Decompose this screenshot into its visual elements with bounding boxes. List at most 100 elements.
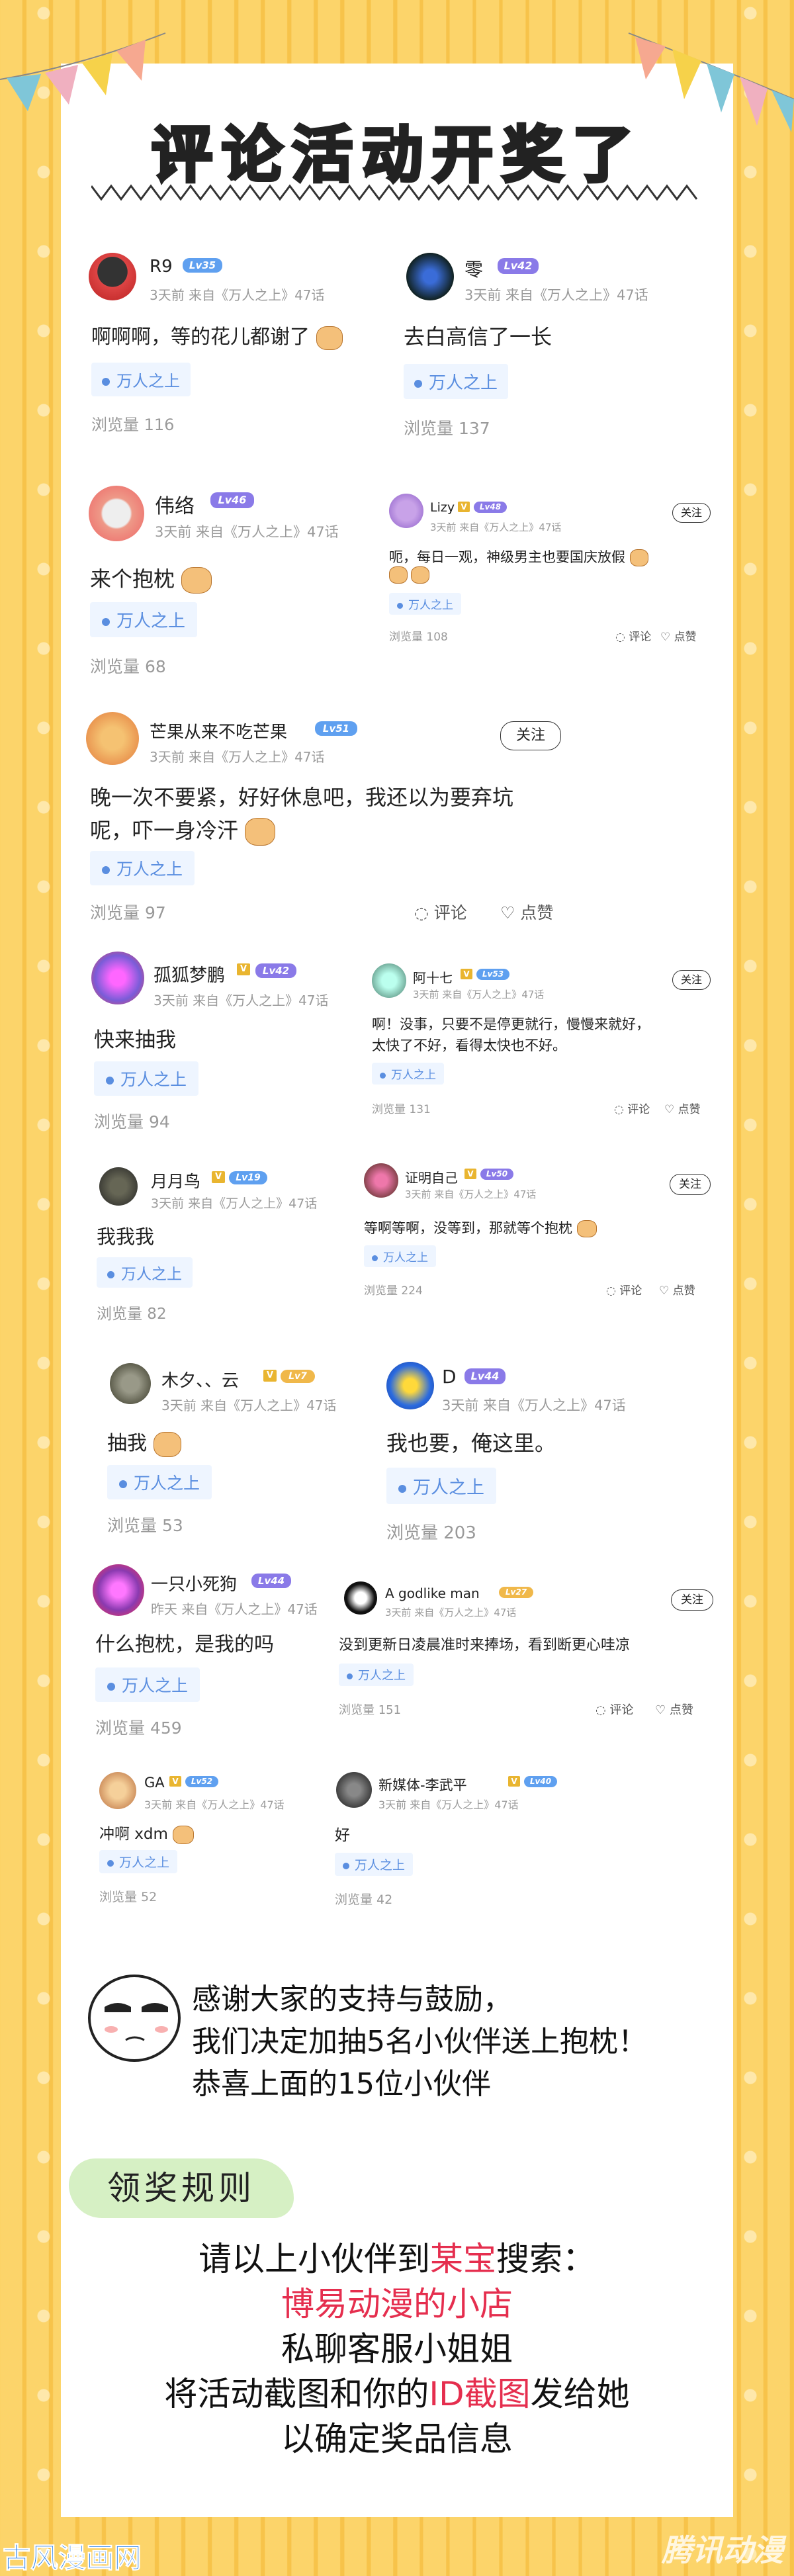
comment-text: 啊！没事，只要不是停更就行，慢慢来就好， [372, 1016, 650, 1032]
avatar[interactable] [99, 1167, 138, 1206]
comment-button[interactable]: ◌ 评论 [614, 1100, 650, 1116]
shop-name: 博易动漫的小店 [281, 2285, 513, 2323]
follow-button[interactable]: 关注 [670, 1174, 711, 1195]
background-dots-right [738, 0, 762, 2571]
comic-tag[interactable]: 万人之上 [107, 1465, 212, 1499]
comic-tag[interactable]: 万人之上 [95, 1667, 200, 1702]
comment-button[interactable]: ◌ 评论 [615, 627, 651, 644]
comic-tag[interactable]: 万人之上 [389, 593, 461, 615]
thanks-line-3: 恭喜上面的15位小伙伴 [192, 2067, 491, 2101]
username[interactable]: 芒果从来不吃芒果 [150, 719, 287, 743]
comic-tag[interactable]: 万人之上 [404, 364, 509, 399]
avatar[interactable] [93, 1564, 144, 1616]
level-badge: Lv48 [474, 502, 507, 513]
emoji-icon [629, 549, 648, 566]
like-button[interactable]: ♡ 点赞 [664, 1100, 701, 1116]
username[interactable]: R9 [150, 257, 173, 277]
level-badge: Lv52 [185, 1776, 218, 1787]
avatar[interactable] [389, 494, 423, 528]
avatar[interactable] [99, 1772, 136, 1809]
comic-tag[interactable]: 万人之上 [364, 1245, 436, 1267]
background-dots-left [32, 0, 56, 2571]
username[interactable]: 木夕、、云 [161, 1367, 239, 1392]
comment-text: 去白高信了一长 [404, 324, 552, 349]
rules-body: 请以上小伙伴到某宝搜索： 博易动漫的小店 私聊客服小姐姐 将活动截图和你的ID截… [61, 2237, 733, 2462]
thanks-message: 感谢大家的支持与鼓励， 我们决定加抽5名小伙伴送上抱枕！ 恭喜上面的15位小伙伴 [192, 1978, 647, 2106]
avatar[interactable] [89, 486, 144, 541]
emoji-icon [245, 818, 276, 846]
comment-text: 晚一次不要紧，好好休息吧，我还以为要弃坑 [90, 785, 514, 810]
comment-card: R9 Lv35 3天前 来自《万人之上》47话 啊啊啊，等的花儿都谢了 万人之上… [73, 238, 384, 450]
avatar[interactable] [386, 1362, 434, 1409]
like-button[interactable]: ♡ 点赞 [659, 1281, 695, 1298]
comment-text: 来个抱枕 [90, 562, 212, 594]
comic-tag[interactable]: 万人之上 [97, 1257, 193, 1288]
avatar[interactable] [91, 952, 144, 1004]
comment-text: 没到更新日凌晨准时来捧场，看到断更心哇凉 [339, 1637, 631, 1654]
watermark-left: 古风漫画网 [2, 2542, 142, 2575]
vip-badge: V [169, 1776, 181, 1787]
avatar[interactable] [364, 1163, 398, 1198]
username[interactable]: D [442, 1366, 457, 1388]
rules-line-5: 以确定奖品信息 [281, 2420, 513, 2458]
watermark-right: 腾讯动漫 [662, 2532, 783, 2568]
comment-card: GA V Lv52 3天前 来自《万人之上》47话 冲啊 xdm 万人之上 浏览… [85, 1760, 323, 1919]
avatar[interactable] [86, 712, 139, 765]
vip-badge: V [464, 1169, 476, 1179]
username[interactable]: A godlike man [385, 1585, 480, 1601]
comment-text: 快来抽我 [94, 1028, 176, 1052]
rules-header: 领奖规则 [69, 2158, 294, 2218]
comic-tag[interactable]: 万人之上 [99, 1850, 178, 1873]
comment-button[interactable]: ◌ 评论 [606, 1281, 642, 1298]
username[interactable]: 零 [464, 255, 483, 282]
comic-tag[interactable]: 万人之上 [335, 1853, 414, 1876]
comment-button[interactable]: ◌ 评论 [414, 900, 467, 924]
comic-tag[interactable]: 万人之上 [90, 602, 198, 637]
comic-tag[interactable]: 万人之上 [90, 851, 195, 885]
level-badge: Lv44 [464, 1368, 506, 1384]
username[interactable]: 一只小死狗 [151, 1571, 237, 1595]
avatar[interactable] [406, 253, 454, 300]
view-count: 浏览量 108 [389, 631, 448, 644]
comment-meta: 3天前 来自《万人之上》47话 [161, 1398, 337, 1413]
comic-tag[interactable]: 万人之上 [386, 1468, 496, 1504]
comic-tag[interactable]: 万人之上 [91, 363, 191, 396]
view-count: 浏览量 82 [97, 1306, 167, 1323]
username[interactable]: 证明自己 [405, 1167, 458, 1186]
follow-button[interactable]: 关注 [672, 503, 711, 523]
avatar[interactable] [344, 1581, 377, 1615]
level-badge: Lv27 [499, 1587, 533, 1598]
avatar[interactable] [372, 963, 406, 998]
follow-button[interactable]: 关注 [672, 970, 711, 990]
avatar[interactable] [89, 253, 136, 300]
level-badge: Lv19 [229, 1171, 267, 1184]
like-button[interactable]: ♡ 点赞 [500, 900, 553, 924]
comic-tag[interactable]: 万人之上 [372, 1063, 444, 1085]
vip-badge: V [212, 1171, 225, 1183]
avatar[interactable] [110, 1363, 151, 1404]
username[interactable]: Lizy [430, 500, 455, 515]
emoji-icon [153, 1431, 181, 1457]
comment-meta: 3天前 来自《万人之上》47话 [151, 1196, 318, 1211]
username[interactable]: 月月鸟 [151, 1169, 200, 1192]
view-count: 浏览量 131 [372, 1103, 431, 1116]
comment-button[interactable]: ◌ 评论 [596, 1701, 633, 1718]
level-badge: Lv46 [210, 492, 254, 508]
username[interactable]: 孤狐梦鹏 [154, 961, 225, 987]
avatar[interactable] [336, 1772, 372, 1808]
like-button[interactable]: ♡ 点赞 [660, 627, 697, 644]
vip-badge: V [461, 969, 472, 979]
comment-text: 我也要，俺这里。 [386, 1431, 556, 1456]
cartoon-face-icon [88, 1975, 181, 2062]
view-count: 浏览量 137 [404, 419, 490, 438]
follow-button[interactable]: 关注 [500, 721, 561, 750]
like-button[interactable]: ♡ 点赞 [655, 1701, 693, 1718]
comic-tag[interactable]: 万人之上 [339, 1664, 414, 1686]
username[interactable]: 伟络 [155, 490, 195, 519]
username[interactable]: 新媒体-李武平 [378, 1775, 467, 1795]
emoji-icon [411, 566, 430, 584]
follow-button[interactable]: 关注 [671, 1589, 713, 1611]
comic-tag[interactable]: 万人之上 [94, 1061, 199, 1096]
username[interactable]: GA [144, 1775, 165, 1791]
username[interactable]: 阿十七 [413, 967, 453, 987]
